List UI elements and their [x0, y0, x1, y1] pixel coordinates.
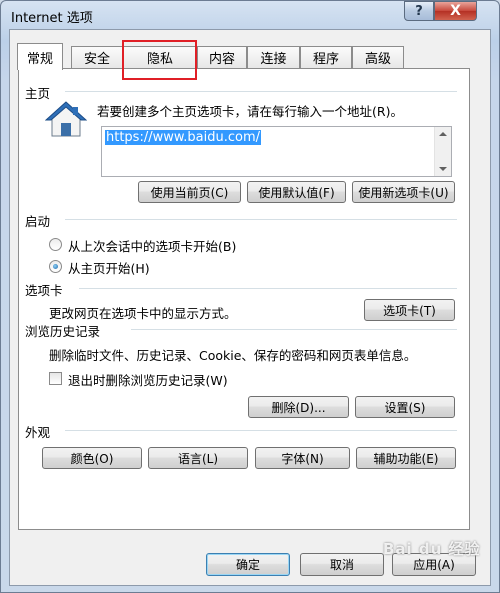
- divider: [65, 219, 457, 220]
- close-icon: X: [450, 3, 461, 19]
- delete-history-on-exit-label[interactable]: 退出时删除浏览历史记录(W): [68, 370, 228, 389]
- accessibility-button[interactable]: 辅助功能(E): [356, 447, 456, 469]
- radio-home-page-label[interactable]: 从主页开始(H): [68, 258, 150, 277]
- startup-heading: 启动: [25, 214, 51, 229]
- delete-history-button[interactable]: 删除(D)...: [248, 396, 349, 418]
- colors-button[interactable]: 颜色(O): [42, 447, 142, 469]
- tabs-description: 更改网页在选项卡中的显示方式。: [49, 306, 237, 321]
- tab-label: 常规: [26, 51, 53, 67]
- tab-programs[interactable]: 程序: [300, 46, 352, 68]
- annotation-highlight-box: [122, 40, 197, 80]
- title-bar[interactable]: Internet 选项 ? X: [1, 1, 499, 29]
- button-label: 取消: [329, 558, 354, 572]
- radio-home-page[interactable]: [49, 260, 62, 273]
- scroll-up-icon[interactable]: [439, 132, 447, 136]
- internet-options-dialog: Internet 选项 ? X 常规 安全 隐私 内容 连接 程序 高级 主页 …: [0, 0, 500, 593]
- fonts-button[interactable]: 字体(N): [255, 447, 350, 469]
- watermark-text: Bai du 经验: [383, 540, 481, 558]
- homepage-heading: 主页: [25, 86, 51, 101]
- button-label: 颜色(O): [70, 451, 114, 466]
- close-button[interactable]: X: [434, 1, 477, 21]
- textarea-scrollbar[interactable]: [434, 127, 451, 176]
- button-label: 语言(L): [177, 451, 219, 466]
- cancel-button[interactable]: 取消: [300, 553, 384, 576]
- divider: [65, 430, 457, 431]
- divider: [131, 329, 457, 330]
- tab-label: 高级: [364, 52, 391, 67]
- radio-last-session-label[interactable]: 从上次会话中的选项卡开始(B): [68, 236, 236, 255]
- help-icon: ?: [415, 3, 423, 19]
- tab-advanced[interactable]: 高级: [352, 46, 404, 68]
- button-label: 设置(S): [384, 400, 426, 415]
- tab-label: 程序: [312, 52, 339, 67]
- button-label: 删除(D)...: [271, 400, 326, 415]
- button-label: 辅助功能(E): [373, 451, 439, 466]
- tabs-settings-button[interactable]: 选项卡(T): [364, 299, 455, 321]
- use-default-button[interactable]: 使用默认值(F): [247, 181, 346, 203]
- homepage-instruction: 若要创建多个主页选项卡，请在每行输入一个地址(R)。: [97, 104, 403, 119]
- window-title: Internet 选项: [11, 11, 93, 26]
- tab-connections[interactable]: 连接: [247, 46, 300, 68]
- divider: [79, 288, 457, 289]
- divider: [65, 91, 457, 92]
- use-new-tab-button[interactable]: 使用新选项卡(U): [352, 181, 455, 203]
- tab-security[interactable]: 安全: [71, 46, 123, 68]
- tab-label: 连接: [260, 52, 287, 67]
- button-label: 字体(N): [281, 451, 324, 466]
- history-settings-button[interactable]: 设置(S): [355, 396, 455, 418]
- delete-history-on-exit-checkbox[interactable]: [49, 372, 62, 385]
- help-button[interactable]: ?: [404, 1, 434, 21]
- appearance-heading: 外观: [25, 425, 51, 440]
- homepage-url-textarea[interactable]: https://www.baidu.com/: [101, 126, 452, 177]
- tabs-heading: 选项卡: [25, 283, 63, 298]
- use-current-button[interactable]: 使用当前页(C): [138, 181, 241, 203]
- button-label: 选项卡(T): [383, 303, 436, 318]
- tab-label: 安全: [83, 52, 110, 67]
- history-description: 删除临时文件、历史记录、Cookie、保存的密码和网页表单信息。: [49, 348, 417, 363]
- radio-last-session[interactable]: [49, 238, 62, 251]
- tab-label: 内容: [208, 52, 235, 67]
- history-heading: 浏览历史记录: [25, 324, 101, 339]
- languages-button[interactable]: 语言(L): [148, 447, 248, 469]
- ok-button[interactable]: 确定: [206, 553, 290, 576]
- scroll-down-icon[interactable]: [439, 167, 447, 171]
- homepage-url-text[interactable]: https://www.baidu.com/: [105, 130, 262, 145]
- button-label: 使用当前页(C): [150, 185, 229, 200]
- home-icon: [45, 101, 87, 137]
- button-label: 使用新选项卡(U): [358, 185, 449, 200]
- tab-content[interactable]: 内容: [197, 46, 247, 68]
- button-label: 确定: [235, 558, 260, 572]
- button-label: 使用默认值(F): [258, 185, 335, 200]
- tab-general[interactable]: 常规: [17, 43, 63, 70]
